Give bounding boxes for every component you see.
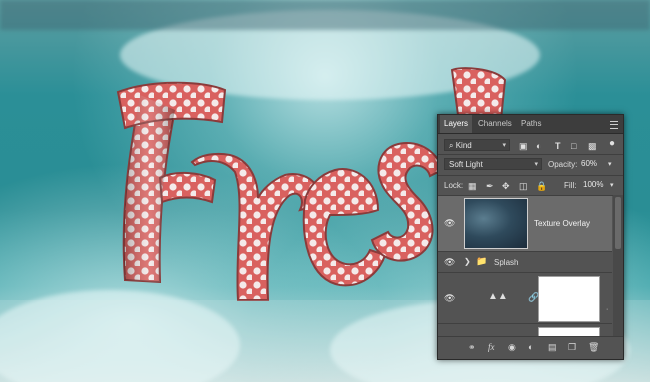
mask-icon[interactable]: ◉ (508, 342, 516, 352)
folder-icon: 📁 (476, 256, 488, 266)
search-icon: ⌕ (449, 141, 454, 150)
levels-icon: ▲▲ (488, 291, 508, 302)
layer-row-texture-overlay[interactable]: 👁 Texture Overlay (438, 196, 612, 252)
opacity-input[interactable]: 60% (578, 158, 597, 170)
chevron-down-icon: ▾ (534, 161, 538, 168)
chevron-right-icon[interactable]: ❯ (464, 257, 471, 267)
adjustment-icon[interactable]: ◐ (528, 342, 533, 352)
lock-pixels-icon[interactable]: ▦ (468, 181, 477, 191)
fill-label: Fill: (564, 181, 577, 190)
blend-mode-value: Soft Light (449, 160, 483, 169)
brush-icon[interactable]: ✒ (486, 181, 494, 191)
divider (438, 175, 623, 176)
tab-paths[interactable]: Paths (521, 115, 541, 133)
letter-e (302, 168, 387, 287)
panel-footer: ⚭ fx ◉ ◐ ▤ ❐ 🗑 (438, 336, 623, 359)
more-dot-icon: · (606, 306, 609, 313)
panel-menu-icon[interactable] (610, 121, 618, 129)
chevron-down-icon[interactable]: ▾ (608, 160, 612, 170)
filter-row: ⌕ Kind ▾ ▣ ◐ T □ ▩ ● (438, 137, 623, 153)
chevron-down-icon: ▾ (502, 142, 506, 149)
letter-r (190, 152, 322, 301)
eye-icon[interactable]: 👁 (444, 293, 455, 304)
new-layer-icon[interactable]: ❐ (568, 342, 576, 352)
folder-icon[interactable]: ▤ (548, 342, 557, 352)
blend-row: Soft Light ▾ Opacity: 60% ▾ (438, 157, 623, 173)
lock-icon[interactable]: 🔒 (536, 181, 547, 191)
layers-panel: Layers Channels Paths ⌕ Kind ▾ ▣ ◐ T □ ▩… (437, 114, 624, 360)
eye-icon[interactable]: 👁 (444, 257, 455, 268)
blend-mode-select[interactable]: Soft Light ▾ (444, 158, 542, 170)
filter-kind-label: Kind (455, 141, 472, 150)
smart-object-filter-icon[interactable]: ▩ (588, 141, 597, 151)
chevron-down-icon[interactable]: ▾ (610, 181, 614, 191)
layer-name: Splash (494, 258, 519, 267)
fx-icon[interactable]: fx (488, 342, 495, 352)
link-icon[interactable]: ⚭ (468, 342, 476, 352)
trash-icon[interactable]: 🗑 (588, 342, 599, 352)
layer-name: Texture Overlay (534, 219, 591, 228)
filter-kind-select[interactable]: ⌕ Kind ▾ (444, 139, 510, 151)
layer-row-splash[interactable]: 👁 ❯ 📁 Splash (438, 252, 612, 273)
scrollbar-thumb[interactable] (615, 197, 621, 249)
lock-row: Lock: ▦ ✒ ✥ ◫ 🔒 Fill: 100% ▾ (438, 178, 623, 194)
layer-row-levels-adjustment[interactable]: 👁 ▲▲ 🔗 · (438, 273, 612, 324)
divider (438, 154, 623, 155)
letter-s (370, 142, 444, 262)
adjustment-filter-icon[interactable]: ◐ (536, 141, 541, 151)
opacity-label: Opacity: (548, 160, 578, 169)
tab-channels[interactable]: Channels (478, 115, 512, 133)
artboard-icon[interactable]: ◫ (519, 181, 528, 191)
panel-tab-bar: Layers Channels Paths (438, 115, 623, 134)
eye-icon[interactable]: 👁 (444, 218, 455, 229)
lock-label: Lock: (444, 181, 464, 190)
filter-toggle-icon[interactable]: ● (609, 139, 615, 149)
fill-input[interactable]: 100% (580, 179, 603, 191)
image-filter-icon[interactable]: ▣ (519, 141, 528, 151)
move-icon[interactable]: ✥ (502, 181, 510, 191)
layer-thumbnail (464, 198, 528, 249)
tab-layers[interactable]: Layers (440, 115, 473, 133)
letter-f (116, 81, 227, 284)
type-filter-icon[interactable]: T (555, 141, 561, 151)
scrollbar[interactable] (613, 195, 623, 339)
layer-mask-thumbnail[interactable] (538, 276, 600, 322)
shape-filter-icon[interactable]: □ (571, 141, 576, 151)
